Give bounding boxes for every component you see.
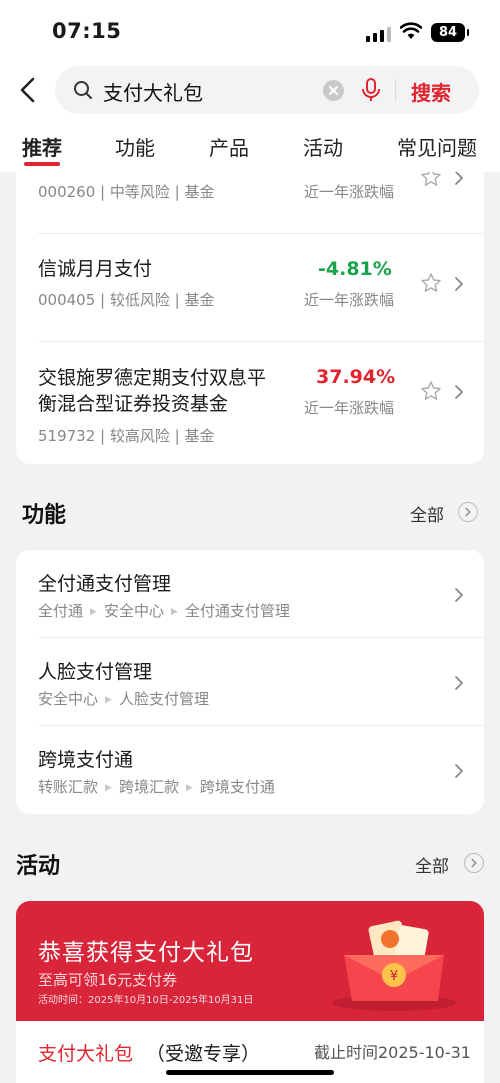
- wifi-icon: [400, 22, 422, 39]
- chevron-circle-icon[interactable]: [464, 853, 484, 873]
- row-divider: [38, 725, 484, 726]
- fund-name-line1: 交银施罗德定期支付双息平: [38, 367, 267, 389]
- path-segment: 全付通: [38, 602, 84, 620]
- fund-rate: -4.81%: [318, 258, 392, 280]
- signal-icon: [366, 26, 392, 42]
- activities-section-title: 活动: [16, 854, 61, 879]
- fund-rate-label: 近一年涨跌幅: [304, 183, 395, 201]
- function-title: 人脸支付管理: [38, 661, 153, 683]
- search-input[interactable]: 支付大礼包 搜索: [55, 66, 479, 114]
- functions-all-link[interactable]: 全部: [410, 501, 444, 526]
- functions-section-title: 功能: [22, 503, 67, 528]
- microphone-icon[interactable]: [361, 78, 381, 102]
- tab-recommend[interactable]: 推荐: [22, 132, 62, 161]
- functions-card: 全付通支付管理 全付通 ▶ 安全中心 ▶ 全付通支付管理 人脸支付管理 安全中心 ▶ 人脸支…: [16, 550, 484, 814]
- star-icon[interactable]: [420, 380, 442, 402]
- row-divider: [38, 341, 484, 342]
- fund-meta: 000260 | 中等风险 | 基金: [38, 183, 215, 201]
- path-arrow-icon: ▶: [170, 607, 178, 617]
- promo-deadline: 截止时间2025-10-31: [314, 1043, 471, 1062]
- path-segment: 转账汇款: [38, 778, 99, 796]
- tab-faq[interactable]: 常见问题: [397, 132, 477, 161]
- path-arrow-icon: ▶: [105, 783, 112, 793]
- function-path: 转账汇款 ▶ 跨境汇款 ▶ 跨境支付通: [38, 776, 275, 797]
- tab-bar: 推荐 功能 产品 活动 常见问题: [0, 118, 500, 172]
- function-path: 全付通 ▶ 安全中心 ▶ 全付通支付管理: [38, 600, 290, 621]
- chevron-right-icon: [455, 172, 464, 185]
- svg-text:¥: ¥: [390, 969, 398, 984]
- path-segment: 安全中心: [103, 602, 164, 620]
- function-path: 安全中心 ▶ 人脸支付管理: [38, 688, 209, 709]
- function-title: 跨境支付通: [38, 749, 134, 771]
- fund-list-card: 000260 | 中等风险 | 基金 近一年涨跌幅 信诚月月支付 000405 …: [16, 172, 484, 464]
- fund-name-line2: 衡混合型证券投资基金: [38, 393, 229, 415]
- tab-activities[interactable]: 活动: [303, 132, 343, 161]
- back-arrow-icon[interactable]: [16, 76, 40, 104]
- chevron-right-icon: [455, 277, 464, 291]
- function-title: 全付通支付管理: [38, 573, 172, 595]
- path-arrow-icon: ▶: [90, 607, 97, 617]
- path-segment: 跨境支付通: [199, 778, 275, 796]
- fund-rate-label: 近一年涨跌幅: [304, 291, 395, 309]
- row-divider: [38, 233, 484, 234]
- search-divider: [395, 79, 396, 101]
- path-arrow-icon: ▶: [185, 783, 193, 793]
- activities-all-link[interactable]: 全部: [415, 852, 449, 877]
- fund-meta: 519732 | 较高风险 | 基金: [38, 427, 215, 445]
- fund-meta: 000405 | 较低风险 | 基金: [38, 291, 215, 309]
- search-query: 支付大礼包: [103, 81, 203, 105]
- promo-date: 活动时间：2025年10月10日-2025年10月31日: [38, 995, 254, 1006]
- tab-functions[interactable]: 功能: [115, 132, 155, 161]
- path-segment: 人脸支付管理: [118, 690, 209, 708]
- path-segment: 跨境汇款: [118, 778, 179, 796]
- star-icon[interactable]: [420, 272, 442, 294]
- path-segment: 安全中心: [38, 690, 99, 708]
- promo-name: 支付大礼包: [38, 1043, 134, 1065]
- row-divider: [38, 637, 484, 638]
- search-button[interactable]: 搜索: [411, 77, 451, 106]
- path-arrow-icon: ▶: [105, 695, 112, 705]
- star-icon[interactable]: [420, 172, 442, 188]
- promo-subtitle: 至高可领16元支付券: [38, 971, 178, 989]
- promo-banner[interactable]: 恭喜获得支付大礼包 至高可领16元支付券 活动时间：2025年10月10日-20…: [16, 901, 484, 1023]
- search-header: 支付大礼包 搜索: [0, 62, 500, 118]
- battery-icon: 84: [431, 23, 469, 42]
- chevron-right-icon: [455, 676, 464, 690]
- status-bar: 07:15 84: [0, 0, 500, 62]
- chevron-right-icon: [455, 588, 464, 602]
- path-segment: 全付通支付管理: [184, 602, 290, 620]
- search-icon: [74, 81, 92, 99]
- status-time: 07:15: [52, 19, 122, 43]
- home-indicator: [166, 1070, 334, 1075]
- red-envelope-gift-icon: ¥: [332, 920, 456, 1011]
- promo-title: 恭喜获得支付大礼包: [38, 940, 254, 966]
- clear-icon[interactable]: [323, 80, 344, 101]
- tab-products[interactable]: 产品: [209, 132, 249, 161]
- chevron-right-icon: [455, 764, 464, 778]
- fund-rate-label: 近一年涨跌幅: [304, 399, 395, 417]
- fund-rate: 37.94%: [316, 366, 396, 388]
- fund-name: 信诚月月支付: [38, 258, 153, 280]
- tab-active-indicator: [24, 162, 60, 166]
- promo-tag: （受邀专享）: [146, 1043, 261, 1065]
- chevron-circle-icon[interactable]: [458, 502, 478, 522]
- chevron-right-icon: [455, 385, 464, 399]
